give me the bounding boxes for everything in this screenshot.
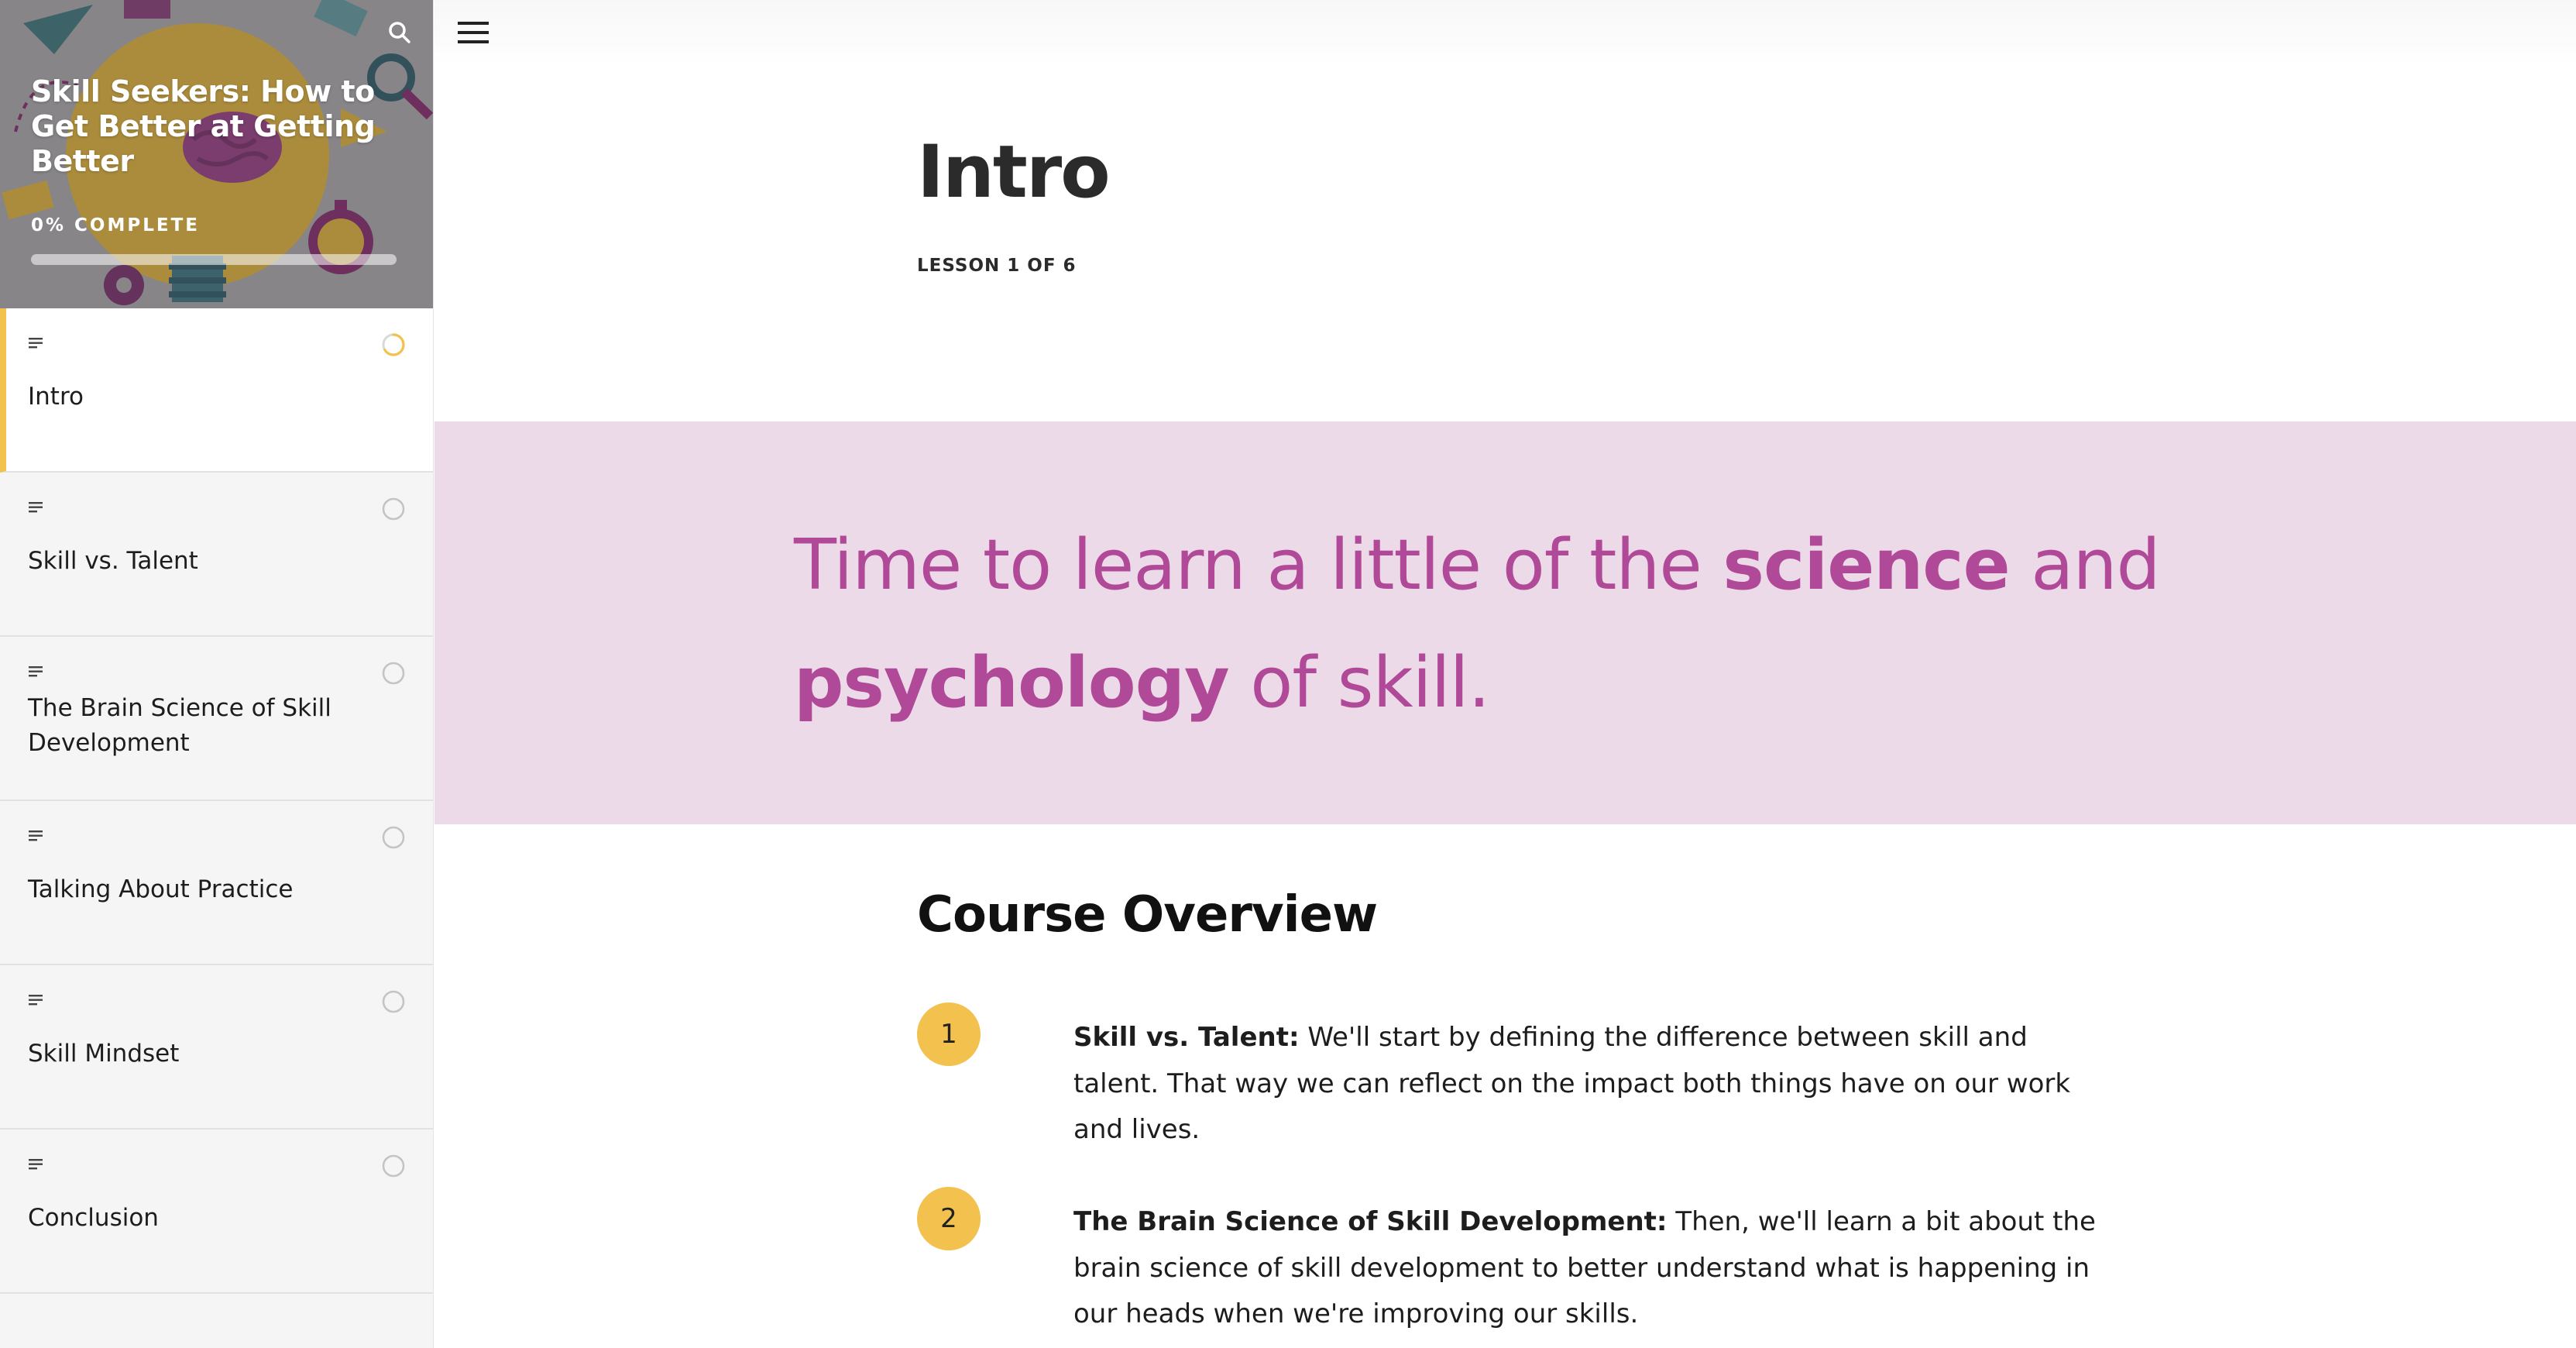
lesson-item[interactable]: Conclusion — [0, 1130, 433, 1294]
course-sidebar: Skill Seekers: How to Get Better at Gett… — [0, 0, 434, 1348]
lesson-title: Intro — [917, 130, 1111, 215]
overview-item-text: The Brain Science of Skill Development: … — [1073, 1199, 2111, 1338]
statement-banner: Time to learn a little of the science an… — [434, 421, 2576, 824]
text-lines-icon — [29, 995, 43, 1006]
banner-emphasis: science — [1722, 524, 2010, 606]
number-badge: 1 — [917, 1002, 981, 1066]
text-lines-icon — [29, 502, 43, 513]
lesson-item[interactable]: Skill Mindset — [0, 965, 433, 1130]
text-lines-icon — [29, 666, 43, 677]
lesson-label: Skill Mindset — [28, 1040, 180, 1068]
not-started-status-icon — [382, 662, 405, 685]
course-header: Skill Seekers: How to Get Better at Gett… — [0, 0, 433, 308]
lesson-list: Intro Skill vs. Talent The Brain Science o… — [0, 308, 433, 1294]
lesson-item[interactable]: Skill vs. Talent — [0, 473, 433, 637]
banner-text-part: Time to learn a little of the — [794, 524, 1723, 606]
hamburger-menu-icon — [458, 22, 489, 43]
lesson-label: Skill vs. Talent — [28, 547, 198, 575]
lesson-item[interactable]: Talking About Practice — [0, 801, 433, 965]
lesson-label: Talking About Practice — [28, 875, 294, 903]
overview-item-title: The Brain Science of Skill Development: — [1073, 1206, 1668, 1237]
not-started-status-icon — [382, 497, 405, 521]
top-bar — [434, 0, 2576, 67]
text-lines-icon — [29, 830, 43, 841]
lesson-label: Conclusion — [28, 1204, 159, 1232]
not-started-status-icon — [382, 826, 405, 849]
search-button[interactable] — [383, 15, 417, 50]
progress-bar — [31, 254, 397, 265]
banner-text-part: of skill. — [1228, 642, 1490, 724]
text-lines-icon — [29, 338, 43, 349]
course-overview-heading: Course Overview — [917, 886, 1378, 944]
search-icon — [389, 22, 410, 43]
course-title: Skill Seekers: How to Get Better at Gett… — [31, 74, 376, 178]
banner-statement: Time to learn a little of the science an… — [794, 507, 2265, 742]
overview-item-title: Skill vs. Talent: — [1073, 1022, 1300, 1053]
overview-item-text: Skill vs. Talent: We'll start by definin… — [1073, 1015, 2111, 1154]
not-started-status-icon — [382, 990, 405, 1013]
lesson-label: Intro — [28, 383, 84, 411]
progress-label: 0% COMPLETE — [31, 215, 200, 236]
in-progress-status-icon — [382, 333, 405, 356]
lesson-label: The Brain Science of Skill Development — [28, 694, 331, 757]
banner-text-part: and — [2009, 524, 2160, 606]
text-lines-icon — [29, 1159, 43, 1170]
not-started-status-icon — [382, 1154, 405, 1178]
lesson-item[interactable]: The Brain Science of Skill Development — [0, 637, 433, 801]
banner-emphasis: psychology — [794, 642, 1230, 724]
number-badge: 2 — [917, 1187, 981, 1250]
lesson-count: LESSON 1 OF 6 — [917, 256, 1077, 276]
menu-button[interactable] — [456, 17, 492, 48]
lesson-item[interactable]: Intro — [0, 308, 433, 473]
